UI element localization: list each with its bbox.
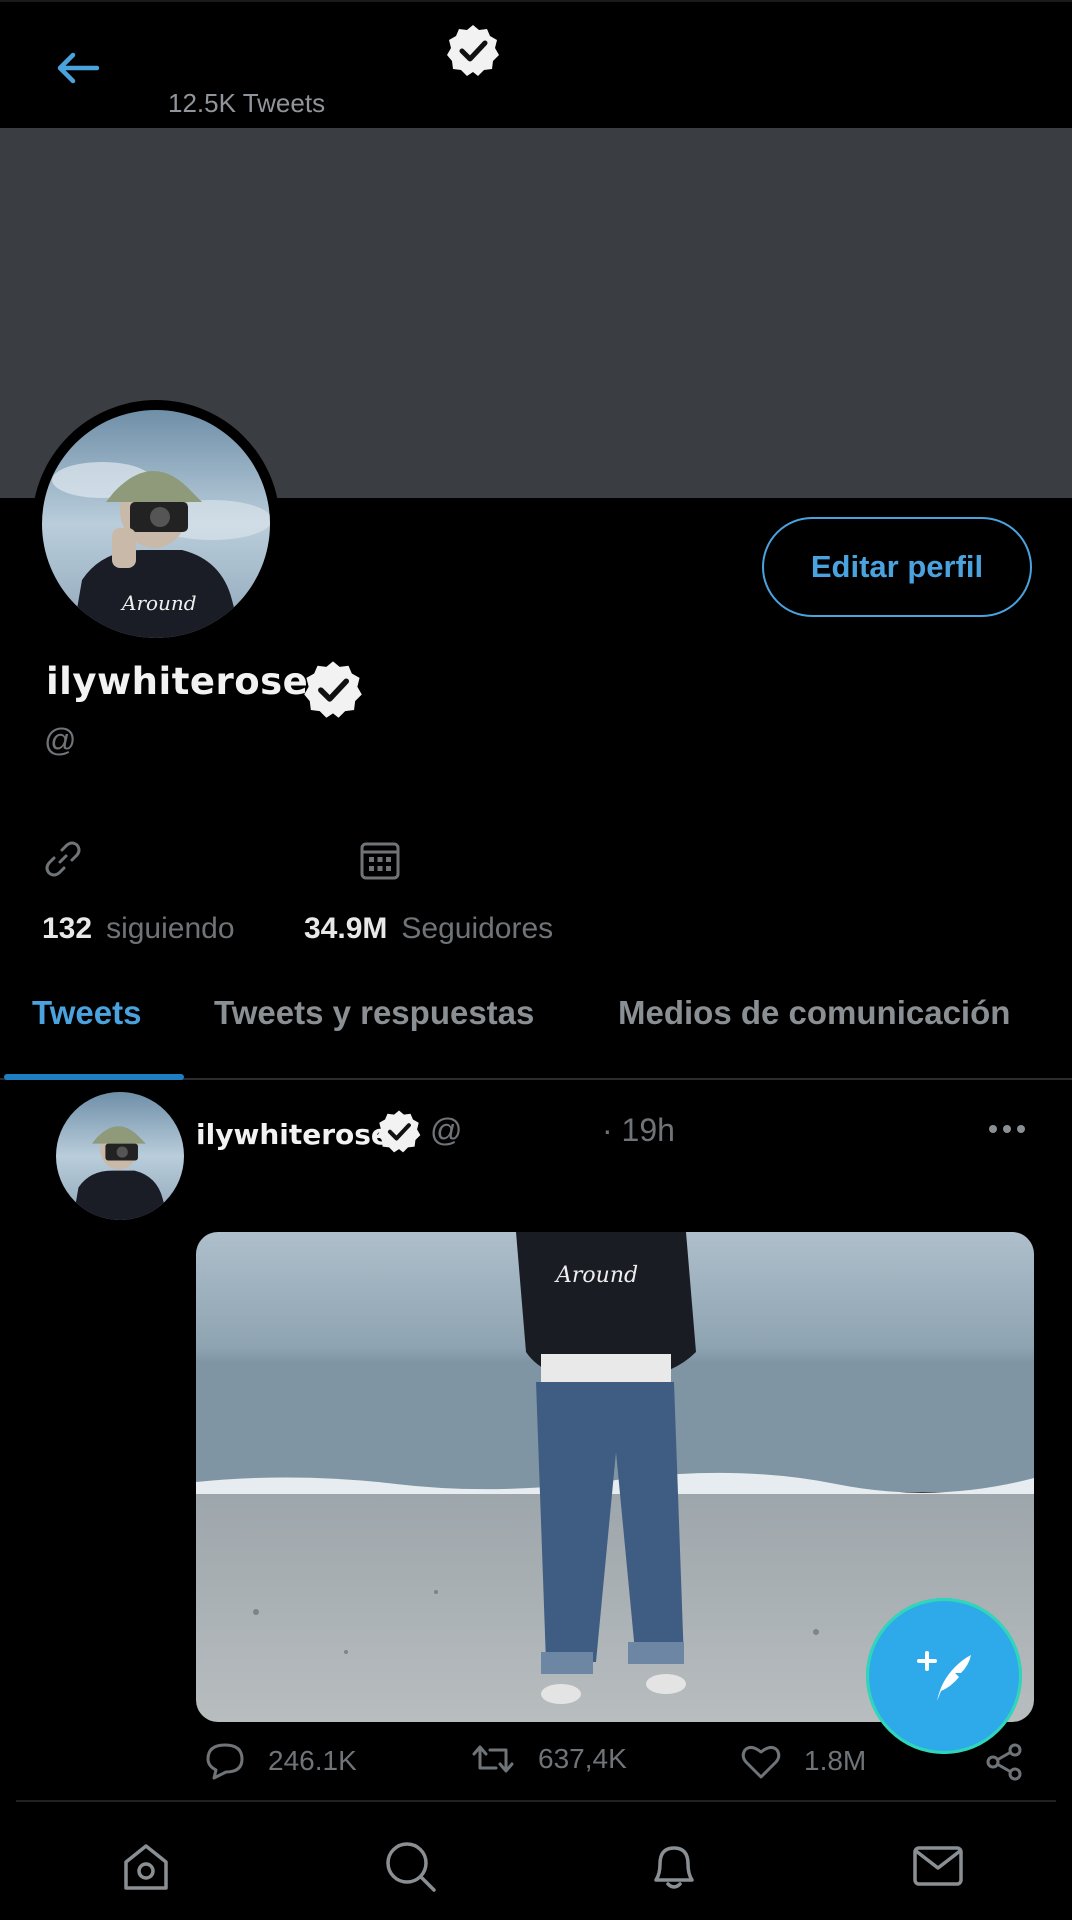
tab-tweets-and-replies[interactable]: Tweets y respuestas [214, 994, 534, 1032]
tweet-author-handle: @ [430, 1112, 463, 1148]
mail-icon [913, 1846, 963, 1886]
reply-count: 246.1K [268, 1745, 357, 1776]
tweet-timestamp: · 19h [602, 1112, 675, 1148]
reply-action[interactable]: 246.1K [204, 1742, 357, 1780]
compose-tweet-button[interactable] [866, 1598, 1022, 1754]
following-stat[interactable]: 132 siguiendo [42, 912, 235, 946]
profile-handle: @ [44, 722, 77, 758]
heart-icon [741, 1745, 781, 1779]
active-tab-indicator [4, 1074, 184, 1080]
avatar-photo: Around [42, 410, 270, 638]
tweet-author-name[interactable]: ilywhiterose [196, 1118, 390, 1151]
like-count: 1.8M [804, 1745, 867, 1776]
arrow-left-icon [57, 52, 99, 84]
tab-media[interactable]: Medios de comunicación [618, 994, 1010, 1032]
comment-icon [206, 1743, 244, 1780]
retweet-count: 637,4K [538, 1743, 627, 1774]
like-action[interactable]: 1.8M [740, 1742, 866, 1780]
verified-badge-icon [304, 661, 362, 718]
nav-notifications-button[interactable] [644, 1836, 704, 1896]
following-label: siguiendo [106, 912, 235, 945]
share-action[interactable] [984, 1742, 1046, 1782]
verified-badge-icon [447, 25, 499, 76]
followers-count: 34.9M [304, 912, 388, 945]
profile-tabs: Tweets Tweets y respuestas Medios de com… [0, 968, 1072, 1080]
retweet-icon [472, 1745, 514, 1773]
following-count: 132 [42, 912, 93, 945]
followers-stat[interactable]: 34.9M Seguidores [304, 912, 553, 946]
nav-messages-button[interactable] [908, 1836, 968, 1896]
more-horizontal-icon[interactable] [984, 1114, 1030, 1144]
link-icon[interactable] [42, 838, 84, 880]
home-icon [124, 1844, 168, 1890]
svg-text:Around: Around [554, 1263, 638, 1288]
bell-icon [654, 1846, 694, 1889]
profile-avatar[interactable]: Around [32, 400, 280, 648]
tweet-divider [16, 1800, 1056, 1802]
profile-display-name: ilywhiterose [46, 660, 309, 703]
top-app-bar: 12.5K Tweets [0, 0, 1072, 128]
nav-home-button[interactable] [116, 1836, 176, 1896]
calendar-icon [360, 842, 400, 880]
tab-tweets[interactable]: Tweets [32, 994, 141, 1032]
search-icon [386, 1842, 436, 1892]
svg-text:Around: Around [120, 591, 197, 615]
edit-profile-button[interactable]: Editar perfil [762, 517, 1032, 617]
compose-feather-icon [917, 1651, 971, 1701]
bottom-navigation [0, 1804, 1072, 1920]
retweet-action[interactable]: 637,4K [470, 1742, 627, 1776]
tweet-author-avatar[interactable] [56, 1092, 184, 1220]
verified-badge-icon [377, 1110, 421, 1153]
back-button[interactable] [50, 46, 104, 90]
followers-label: Seguidores [401, 912, 554, 945]
tweet-count: 12.5K Tweets [168, 88, 326, 118]
share-icon [986, 1743, 1022, 1781]
nav-search-button[interactable] [380, 1836, 440, 1896]
